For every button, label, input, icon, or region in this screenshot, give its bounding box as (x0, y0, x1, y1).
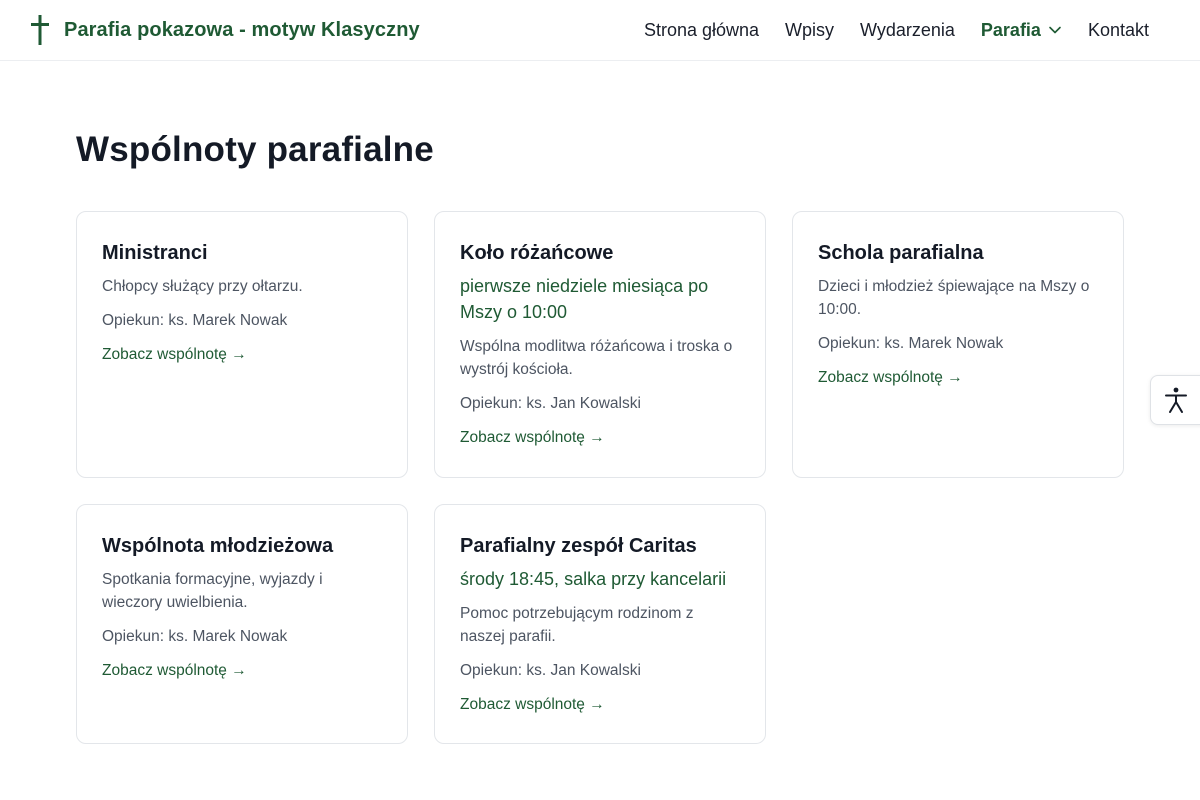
nav-item-home[interactable]: Strona główna (644, 20, 759, 41)
see-community-link[interactable]: Zobacz wspólnotę → (818, 366, 963, 389)
accessibility-button[interactable] (1150, 375, 1200, 425)
card-description: Chłopcy służący przy ołtarzu. (102, 278, 303, 295)
community-card-schola: Schola parafialna Dzieci i młodzież śpie… (792, 211, 1124, 478)
site-header: Parafia pokazowa - motyw Klasyczny Stron… (0, 0, 1200, 61)
card-title: Koło różańcowe (460, 242, 614, 264)
card-description: Spotkania formacyjne, wyjazdy i wieczory… (102, 571, 323, 611)
see-community-link[interactable]: Zobacz wspólnotę → (102, 659, 247, 682)
see-community-link[interactable]: Zobacz wspólnotę → (460, 693, 605, 716)
community-card-mlodziez: Wspólnota młodzieżowa Spotkania formacyj… (76, 504, 408, 744)
page-title: Wspólnoty parafialne (76, 130, 434, 169)
card-keeper: Opiekun: ks. Jan Kowalski (460, 662, 641, 679)
card-description: Pomoc potrzebującym rodzinom z naszej pa… (460, 605, 694, 645)
card-description: Wspólna modlitwa różańcowa i troska o wy… (460, 338, 733, 378)
card-keeper: Opiekun: ks. Marek Nowak (102, 312, 288, 329)
nav-item-contact[interactable]: Kontakt (1088, 20, 1149, 41)
community-card-kolo-rozancowe: Koło różańcowe pierwsze niedziele miesią… (434, 211, 766, 478)
community-card-ministranci: Ministranci Chłopcy służący przy ołtarzu… (76, 211, 408, 478)
see-community-link[interactable]: Zobacz wspólnotę → (460, 426, 605, 449)
main-nav: Strona główna Wpisy Wydarzenia Parafia K… (618, 17, 1149, 43)
nav-item-posts[interactable]: Wpisy (785, 20, 834, 41)
card-description: Dzieci i młodzież śpiewające na Mszy o 1… (818, 278, 1090, 318)
chevron-down-icon (1049, 26, 1061, 34)
community-card-caritas: Parafialny zespół Caritas środy 18:45, s… (434, 504, 766, 744)
card-keeper: Opiekun: ks. Jan Kowalski (460, 395, 641, 412)
card-keeper: Opiekun: ks. Marek Nowak (102, 628, 288, 645)
site-logo-link[interactable]: Parafia pokazowa - motyw Klasyczny (30, 15, 420, 45)
nav-item-events[interactable]: Wydarzenia (860, 20, 955, 41)
see-community-link[interactable]: Zobacz wspólnotę → (102, 343, 247, 366)
card-title: Parafialny zespół Caritas (460, 535, 697, 557)
accessibility-icon (1165, 387, 1187, 413)
card-schedule: pierwsze niedziele miesiąca po Mszy o 10… (460, 276, 709, 322)
card-title: Schola parafialna (818, 242, 984, 264)
nav-item-parish-label: Parafia (980, 19, 1041, 40)
card-keeper: Opiekun: ks. Marek Nowak (818, 335, 1004, 352)
card-schedule: środy 18:45, salka przy kancelarii (460, 569, 727, 589)
nav-item-parish[interactable]: Parafia (981, 20, 1062, 41)
site-name: Parafia pokazowa - motyw Klasyczny (64, 18, 420, 41)
cross-icon (31, 15, 49, 45)
card-title: Wspólnota młodzieżowa (102, 535, 334, 557)
card-title: Ministranci (102, 242, 208, 264)
